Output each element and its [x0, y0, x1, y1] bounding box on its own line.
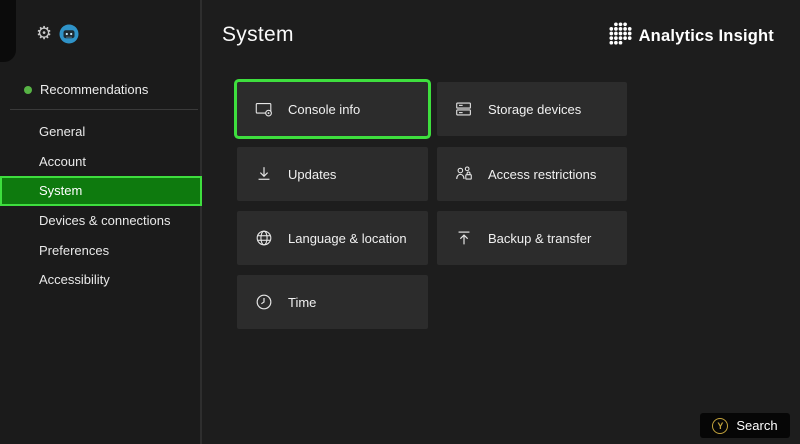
recommendations-row[interactable]: Recommendations — [24, 82, 148, 97]
console-icon — [254, 99, 274, 119]
tile-label: Console info — [288, 102, 360, 117]
tile-language-location[interactable]: Language & location — [237, 211, 428, 265]
upload-icon — [454, 228, 474, 248]
tile-access-restrictions[interactable]: Access restrictions — [437, 147, 627, 201]
download-icon — [254, 164, 274, 184]
sidebar-top-icons: ⚙ — [36, 23, 79, 45]
recommendations-label: Recommendations — [40, 82, 148, 97]
sidebar-item-devices-connections[interactable]: Devices & connections — [0, 206, 202, 236]
settings-gear-icon[interactable]: ⚙ — [36, 23, 52, 45]
sidebar-divider — [10, 109, 198, 110]
recommendations-dot-icon — [24, 86, 32, 94]
people-lock-icon — [454, 164, 474, 184]
storage-icon — [454, 99, 474, 119]
sidebar-item-account[interactable]: Account — [0, 147, 202, 177]
brand-name: Analytics Insight — [639, 27, 774, 46]
sidebar-item-preferences[interactable]: Preferences — [0, 235, 202, 265]
tile-label: Updates — [288, 167, 336, 182]
brand-logo: Analytics Insight — [609, 22, 774, 50]
page-title: System — [222, 23, 294, 47]
profile-avatar[interactable] — [59, 24, 79, 44]
tile-console-info[interactable]: Console info — [237, 82, 428, 136]
tile-updates[interactable]: Updates — [237, 147, 428, 201]
corner-tab-decoration — [0, 0, 16, 62]
sidebar-item-general[interactable]: General — [0, 117, 202, 147]
sidebar-item-accessibility[interactable]: Accessibility — [0, 265, 202, 295]
tile-storage-devices[interactable]: Storage devices — [437, 82, 627, 136]
y-button-icon: Y — [712, 418, 728, 434]
tile-label: Time — [288, 295, 316, 310]
tile-backup-transfer[interactable]: Backup & transfer — [437, 211, 627, 265]
settings-sidebar: ⚙ Recommendations General Account System… — [0, 0, 202, 444]
search-button[interactable]: Y Search — [700, 413, 790, 438]
tile-label: Backup & transfer — [488, 231, 591, 246]
tile-label: Access restrictions — [488, 167, 596, 182]
globe-icon — [254, 228, 274, 248]
search-label: Search — [736, 418, 777, 433]
dot-grid-logo-icon — [609, 22, 632, 50]
tile-time[interactable]: Time — [237, 275, 428, 329]
tile-label: Storage devices — [488, 102, 581, 117]
sidebar-item-system[interactable]: System — [0, 176, 202, 206]
clock-icon — [254, 292, 274, 312]
tile-label: Language & location — [288, 231, 407, 246]
sidebar-menu: General Account System Devices & connect… — [0, 117, 202, 295]
